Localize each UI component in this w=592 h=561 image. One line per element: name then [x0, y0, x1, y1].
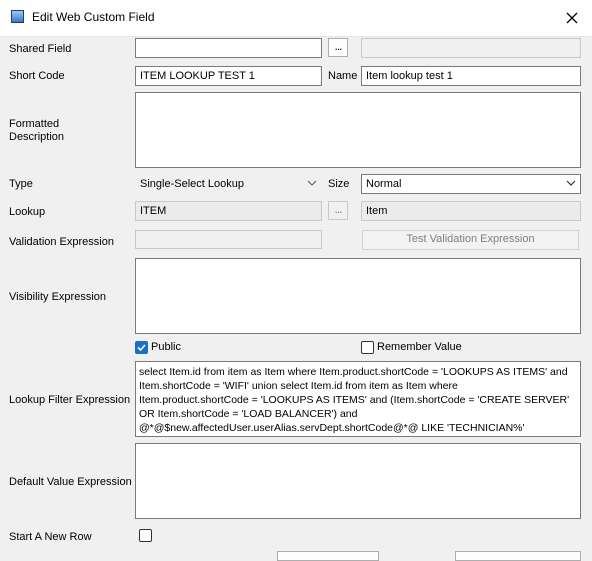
title-bar: Edit Web Custom Field — [0, 0, 592, 37]
size-select-value: Normal — [366, 178, 402, 190]
shared-field-input[interactable] — [135, 38, 322, 58]
formatted-description-textarea[interactable] — [135, 92, 581, 168]
lookup-filter-expression-textarea[interactable]: select Item.id from item as Item where I… — [135, 361, 581, 437]
start-new-row-checkbox[interactable] — [139, 529, 152, 542]
test-validation-expression-button[interactable]: Test Validation Expression — [362, 230, 579, 250]
default-value-expression-textarea[interactable] — [135, 443, 581, 519]
validation-expression-input — [135, 230, 322, 249]
type-select-value: Single-Select Lookup — [140, 178, 244, 190]
name-label: Name — [328, 70, 358, 82]
checkmark-icon — [137, 344, 146, 352]
lookup-label: Lookup — [9, 206, 46, 218]
shared-field-browse-button[interactable]: ... — [328, 38, 348, 57]
lookup-input: ITEM — [135, 201, 322, 221]
validation-expression-label: Validation Expression — [9, 236, 114, 248]
short-code-label: Short Code — [9, 70, 65, 82]
visibility-expression-textarea[interactable] — [135, 258, 581, 334]
size-label: Size — [328, 178, 350, 190]
type-label: Type — [9, 178, 33, 190]
public-checkbox[interactable] — [135, 341, 148, 354]
public-label: Public — [151, 341, 181, 353]
shared-field-label: Shared Field — [9, 43, 72, 55]
lookup-filter-expression-label: Lookup Filter Expression — [9, 394, 131, 406]
short-code-input[interactable]: ITEM LOOKUP TEST 1 — [135, 66, 322, 86]
formatted-description-label: Formatted Description — [9, 118, 65, 143]
remember-value-label: Remember Value — [377, 341, 462, 353]
default-value-expression-label: Default Value Expression — [9, 476, 132, 488]
lookup-browse-button[interactable]: ... — [328, 201, 348, 220]
remember-value-checkbox[interactable] — [361, 341, 374, 354]
chevron-down-icon — [566, 180, 576, 186]
size-select[interactable]: Normal — [361, 174, 581, 194]
window-title: Edit Web Custom Field — [32, 10, 155, 24]
visibility-expression-label: Visibility Expression — [9, 291, 107, 303]
close-button[interactable] — [556, 4, 588, 32]
dialog-action-button[interactable] — [277, 551, 379, 561]
name-input[interactable]: Item lookup test 1 — [361, 66, 581, 86]
chevron-down-icon — [307, 180, 317, 186]
start-new-row-label: Start A New Row — [9, 531, 92, 543]
shared-field-display — [361, 38, 581, 58]
dialog-action-button[interactable] — [455, 551, 581, 561]
type-select[interactable]: Single-Select Lookup — [135, 174, 322, 194]
lookup-display: Item — [361, 201, 581, 221]
dialog-app-icon — [11, 10, 24, 23]
close-icon — [566, 12, 578, 24]
